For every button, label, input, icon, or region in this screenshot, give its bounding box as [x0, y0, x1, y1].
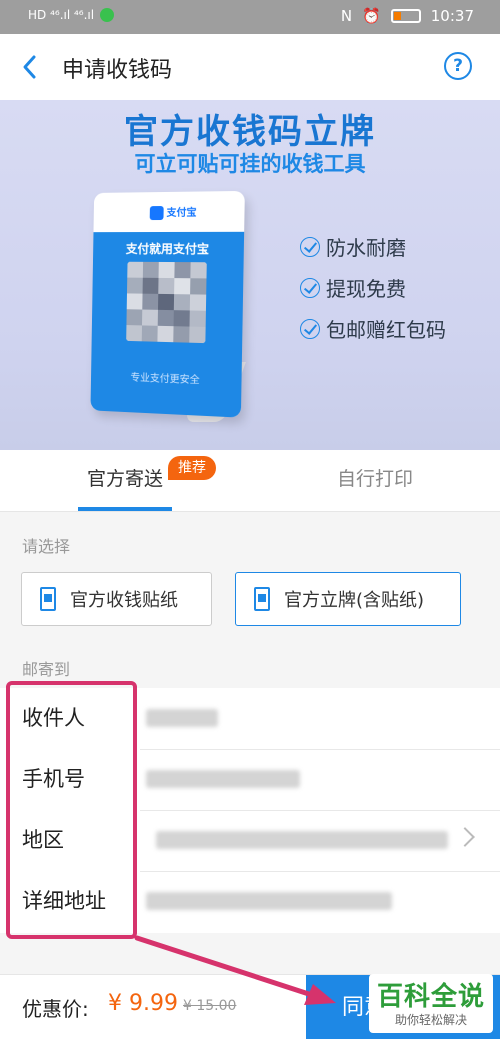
- delivery-tabs: 官方寄送 自行打印: [0, 450, 500, 512]
- sticker-icon: [40, 587, 56, 611]
- status-right: N ⏰ 10:37: [341, 7, 474, 25]
- qr-code: [126, 261, 207, 344]
- watermark-subtitle: 助你轻松解决: [394, 1013, 467, 1027]
- feature-label: 包邮赠红包码: [326, 318, 446, 342]
- mail-to-label: 邮寄到: [22, 660, 71, 679]
- tab-self-print[interactable]: 自行打印: [250, 450, 500, 512]
- select-label: 请选择: [22, 537, 71, 556]
- battery-icon: [390, 9, 421, 23]
- feature-item: 提现免费: [300, 267, 446, 308]
- option-sticker[interactable]: 官方收钱贴纸: [21, 572, 212, 626]
- stand-panel: 支付就用支付宝 专业支付更安全: [90, 231, 245, 418]
- check-circle-icon: [300, 236, 320, 257]
- option-label: 官方收钱贴纸: [70, 590, 178, 611]
- original-price: ¥ 15.00: [183, 998, 237, 1014]
- chevron-right-icon: [455, 827, 475, 847]
- stand-header: 支付宝: [93, 191, 244, 232]
- question-circle-icon: ?: [453, 56, 463, 76]
- chevron-left-icon: [23, 55, 36, 79]
- stand-footer: 专业支付更安全: [130, 372, 200, 387]
- status-time: 10:37: [430, 7, 474, 25]
- help-button[interactable]: ?: [444, 52, 472, 80]
- stand-icon: [254, 587, 270, 611]
- banner-title: 官方收钱码立牌: [124, 112, 376, 152]
- qr-stand-image: 支付宝 支付就用支付宝 专业支付更安全: [90, 190, 245, 418]
- alarm-icon: ⏰: [362, 7, 381, 25]
- signal-indicators: HD ⁴⁶.ıl ⁴⁶.ıl: [28, 8, 95, 22]
- status-left: HD ⁴⁶.ıl ⁴⁶.ıl: [28, 8, 115, 22]
- alipay-brand: 支付宝: [166, 207, 197, 219]
- alipay-logo: 支付宝: [149, 204, 197, 221]
- alipay-icon: [149, 206, 164, 221]
- feature-list: 防水耐磨 提现免费 包邮赠红包码: [300, 226, 446, 349]
- product-select-section: 请选择 官方收钱贴纸 官方立牌(含贴纸): [0, 513, 500, 653]
- nfc-icon: N: [340, 7, 353, 25]
- feature-label: 防水耐磨: [326, 236, 406, 260]
- status-bar: HD ⁴⁶.ıl ⁴⁶.ıl N ⏰ 10:37: [0, 0, 500, 34]
- feature-label: 提现免费: [326, 277, 406, 301]
- discount-price: ¥ 9.99: [108, 991, 178, 1016]
- active-tab-indicator: [78, 507, 172, 511]
- page-title: 申请收钱码: [62, 58, 173, 83]
- option-stand[interactable]: 官方立牌(含贴纸): [235, 572, 461, 626]
- promo-banner: 官方收钱码立牌 可立可贴可挂的收钱工具 支付宝 支付就用支付宝 专业支付更安全 …: [0, 100, 500, 450]
- stand-headline: 支付就用支付宝: [125, 241, 210, 257]
- phone-value-blurred[interactable]: [146, 770, 300, 788]
- option-label: 官方立牌(含贴纸): [284, 590, 425, 611]
- banner-subtitle: 可立可贴可挂的收钱工具: [134, 152, 366, 176]
- check-circle-icon: [300, 277, 320, 298]
- detail-address-value-blurred[interactable]: [146, 892, 392, 910]
- annotation-highlight-box: [6, 681, 137, 939]
- feature-item: 防水耐磨: [300, 226, 446, 267]
- region-value-blurred[interactable]: [156, 831, 448, 849]
- check-circle-icon: [300, 318, 320, 339]
- feature-item: 包邮赠红包码: [300, 308, 446, 349]
- nav-bar: 申请收钱码 ?: [0, 34, 500, 100]
- watermark-title: 百科全说: [376, 982, 485, 1012]
- wechat-icon: [100, 8, 115, 22]
- recommended-badge: 推荐: [168, 456, 216, 480]
- price-label: 优惠价:: [22, 997, 89, 1021]
- watermark-logo: 百科全说 助你轻松解决: [369, 974, 493, 1033]
- back-button[interactable]: [18, 52, 46, 82]
- recipient-value-blurred[interactable]: [146, 709, 218, 727]
